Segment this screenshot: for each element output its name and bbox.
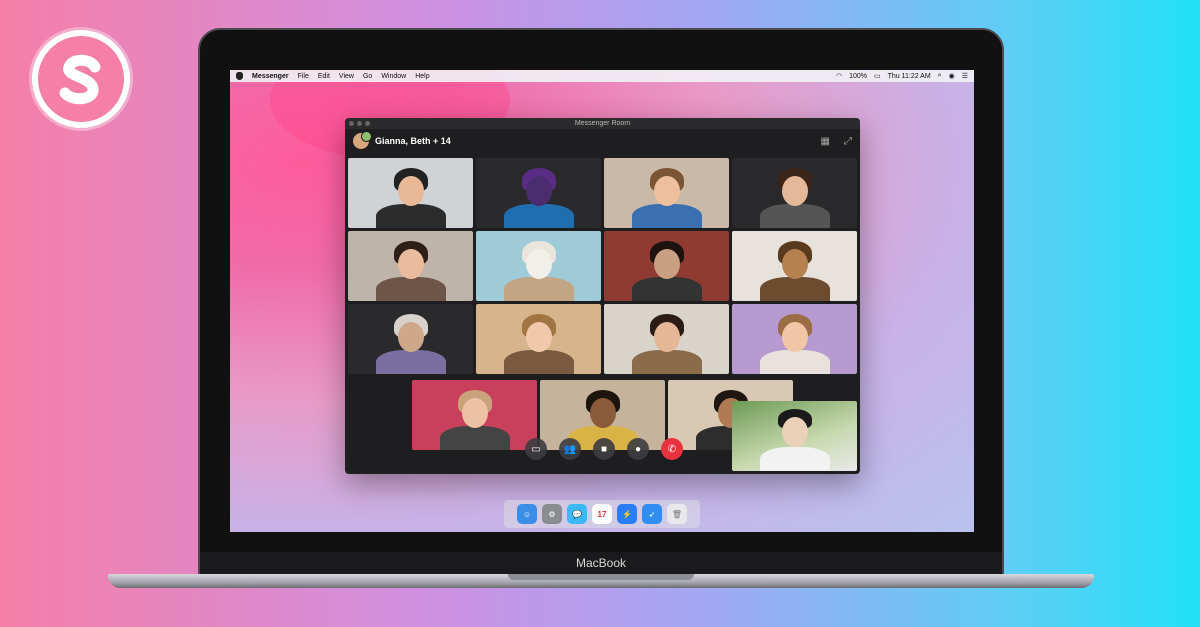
participant-body [759, 204, 830, 228]
participant-body [759, 277, 830, 301]
participant-face [525, 249, 552, 279]
room-title: Gianna, Beth + 14 [375, 136, 451, 146]
participant-body [503, 350, 574, 374]
participant-face [397, 249, 424, 279]
messenger-icon[interactable]: ⚡ [617, 504, 637, 524]
participant-face [397, 322, 424, 352]
wifi-icon[interactable]: ◠ [836, 72, 842, 80]
participant-body [375, 277, 446, 301]
participant-tile[interactable] [476, 158, 601, 228]
mac-menubar: Messenger File Edit View Go Window Help … [230, 70, 974, 82]
participant-body [439, 426, 510, 450]
participant-body [631, 204, 702, 228]
laptop-lid: Messenger File Edit View Go Window Help … [198, 28, 1004, 580]
mac-dock: ☺ ⚙ 💬 17 ⚡ ➶ 🗑 [504, 500, 700, 528]
window-titlebar: Messenger Room [345, 118, 860, 129]
participants-icon[interactable]: 👥 [559, 438, 581, 460]
participant-face [781, 176, 808, 206]
room-header-actions: ▦ ⤢ [821, 136, 852, 147]
menu-help[interactable]: Help [415, 73, 429, 80]
safari-icon[interactable]: ➶ [642, 504, 662, 524]
zoom-window-icon[interactable] [365, 121, 370, 126]
participant-body [631, 277, 702, 301]
participant-face [781, 322, 808, 352]
camera-icon[interactable]: ■ [593, 438, 615, 460]
participant-face [525, 322, 552, 352]
battery-icon[interactable]: ▭ [874, 72, 881, 80]
battery-percent: 100% [849, 72, 867, 80]
siri-icon[interactable]: ◉ [949, 72, 955, 80]
logo-circle [38, 36, 124, 122]
self-body [759, 447, 830, 471]
laptop-chin-label: MacBook [200, 552, 1002, 574]
participant-tile[interactable] [732, 158, 857, 228]
participant-face [461, 398, 488, 428]
participant-face [653, 249, 680, 279]
window-controls [349, 121, 370, 126]
participant-tile[interactable] [604, 158, 729, 228]
window-title: Messenger Room [574, 120, 631, 127]
participant-face [653, 176, 680, 206]
participant-tile[interactable] [476, 231, 601, 301]
system-preferences-icon[interactable]: ⚙ [542, 504, 562, 524]
call-controls: ▭ 👥 ■ ● ✆ [525, 438, 683, 460]
participant-tile[interactable] [348, 231, 473, 301]
menubar-clock[interactable]: Thu 11:22 AM [888, 73, 931, 80]
self-view-tile[interactable] [732, 401, 857, 471]
menubar-status-area: ◠ 100% ▭ Thu 11:22 AM ⌕ ◉ ☰ [836, 72, 968, 80]
participant-tile[interactable] [604, 231, 729, 301]
participant-body [375, 350, 446, 374]
brand-logo [32, 30, 130, 128]
finder-icon[interactable]: ☺ [517, 504, 537, 524]
participant-face [781, 249, 808, 279]
menubar-app-name[interactable]: Messenger [252, 73, 289, 80]
participant-tile[interactable] [732, 231, 857, 301]
participant-body [503, 277, 574, 301]
participant-face [653, 322, 680, 352]
grid-view-icon[interactable]: ▦ [821, 136, 830, 147]
participant-body [503, 204, 574, 228]
microphone-icon[interactable]: ● [627, 438, 649, 460]
self-face [781, 417, 808, 447]
end-call-icon[interactable]: ✆ [661, 438, 683, 460]
apple-menu-icon[interactable] [236, 72, 243, 80]
menu-file[interactable]: File [298, 73, 309, 80]
menu-view[interactable]: View [339, 73, 354, 80]
laptop-screen: Messenger File Edit View Go Window Help … [230, 70, 974, 532]
logo-letter-s-icon [59, 54, 101, 105]
notification-center-icon[interactable]: ☰ [962, 72, 968, 80]
calendar-icon[interactable]: 17 [592, 504, 612, 524]
participant-tile[interactable] [412, 380, 537, 450]
share-screen-icon[interactable]: ▭ [525, 438, 547, 460]
participant-body [375, 204, 446, 228]
participant-tile[interactable] [604, 304, 729, 374]
participant-tile[interactable] [348, 304, 473, 374]
participant-face [397, 176, 424, 206]
messages-icon[interactable]: 💬 [567, 504, 587, 524]
participant-body [759, 350, 830, 374]
laptop-opening-notch [508, 574, 694, 580]
participant-body [631, 350, 702, 374]
menu-edit[interactable]: Edit [318, 73, 330, 80]
expand-icon[interactable]: ⤢ [844, 136, 852, 147]
menu-window[interactable]: Window [381, 73, 406, 80]
room-header: Gianna, Beth + 14 ▦ ⤢ [345, 129, 860, 153]
messenger-room-window: Messenger Room Gianna, Beth + 14 ▦ ⤢ ▭ 👥 ■… [345, 118, 860, 474]
group-avatar [353, 131, 372, 149]
spotlight-icon[interactable]: ⌕ [938, 72, 942, 80]
close-window-icon[interactable] [349, 121, 354, 126]
trash-icon[interactable]: 🗑 [667, 504, 687, 524]
participant-face [589, 398, 616, 428]
participant-tile[interactable] [732, 304, 857, 374]
menu-go[interactable]: Go [363, 73, 372, 80]
minimize-window-icon[interactable] [357, 121, 362, 126]
participant-grid [348, 158, 858, 374]
participant-tile[interactable] [476, 304, 601, 374]
participant-tile[interactable] [348, 158, 473, 228]
participant-face [525, 176, 552, 206]
